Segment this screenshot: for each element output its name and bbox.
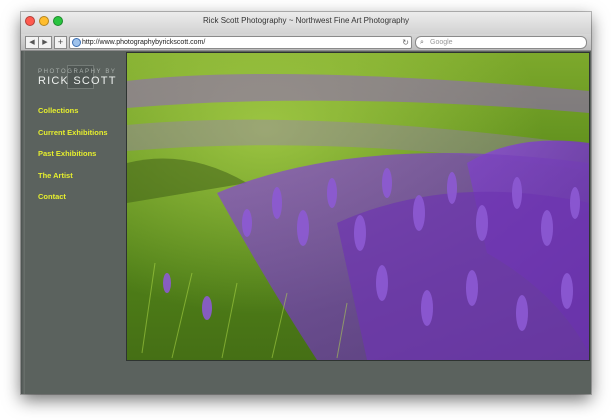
search-placeholder: Google [430, 39, 453, 46]
globe-icon [72, 38, 81, 47]
nav-link-current-exhibitions[interactable]: Current Exhibitions [38, 128, 108, 150]
add-bookmark-button[interactable]: + [54, 36, 67, 49]
url-text: http://www.photographybyrickscott.com/ [82, 39, 206, 46]
browser-toolbar: ◀ ▶ + http://www.photographybyrickscott.… [21, 34, 591, 51]
page-edge-stripe [21, 51, 25, 394]
forward-arrow-icon: ▶ [42, 39, 48, 46]
browser-window: Rick Scott Photography ~ Northwest Fine … [21, 12, 591, 394]
forward-button[interactable]: ▶ [39, 36, 52, 49]
featured-photo [126, 52, 590, 361]
lavender-field-image [127, 53, 589, 360]
back-arrow-icon: ◀ [29, 39, 35, 46]
search-field[interactable]: ⌕ Google [415, 36, 587, 49]
site-navigation: Collections Current Exhibitions Past Exh… [38, 106, 108, 214]
address-bar[interactable]: http://www.photographybyrickscott.com/ ↻ [69, 36, 412, 49]
nav-link-the-artist[interactable]: The Artist [38, 171, 108, 193]
nav-link-contact[interactable]: Contact [38, 192, 108, 214]
window-title: Rick Scott Photography ~ Northwest Fine … [202, 16, 410, 25]
reload-icon[interactable]: ↻ [402, 37, 409, 48]
history-buttons: ◀ ▶ [25, 36, 52, 49]
nav-link-past-exhibitions[interactable]: Past Exhibitions [38, 149, 108, 171]
nav-link-collections[interactable]: Collections [38, 106, 108, 128]
title-bar: Rick Scott Photography ~ Northwest Fine … [21, 12, 591, 35]
web-page: PHOTOGRAPHY BY RICK SCOTT Collections Cu… [21, 51, 591, 394]
back-button[interactable]: ◀ [25, 36, 39, 49]
search-icon: ⌕ [420, 39, 424, 46]
